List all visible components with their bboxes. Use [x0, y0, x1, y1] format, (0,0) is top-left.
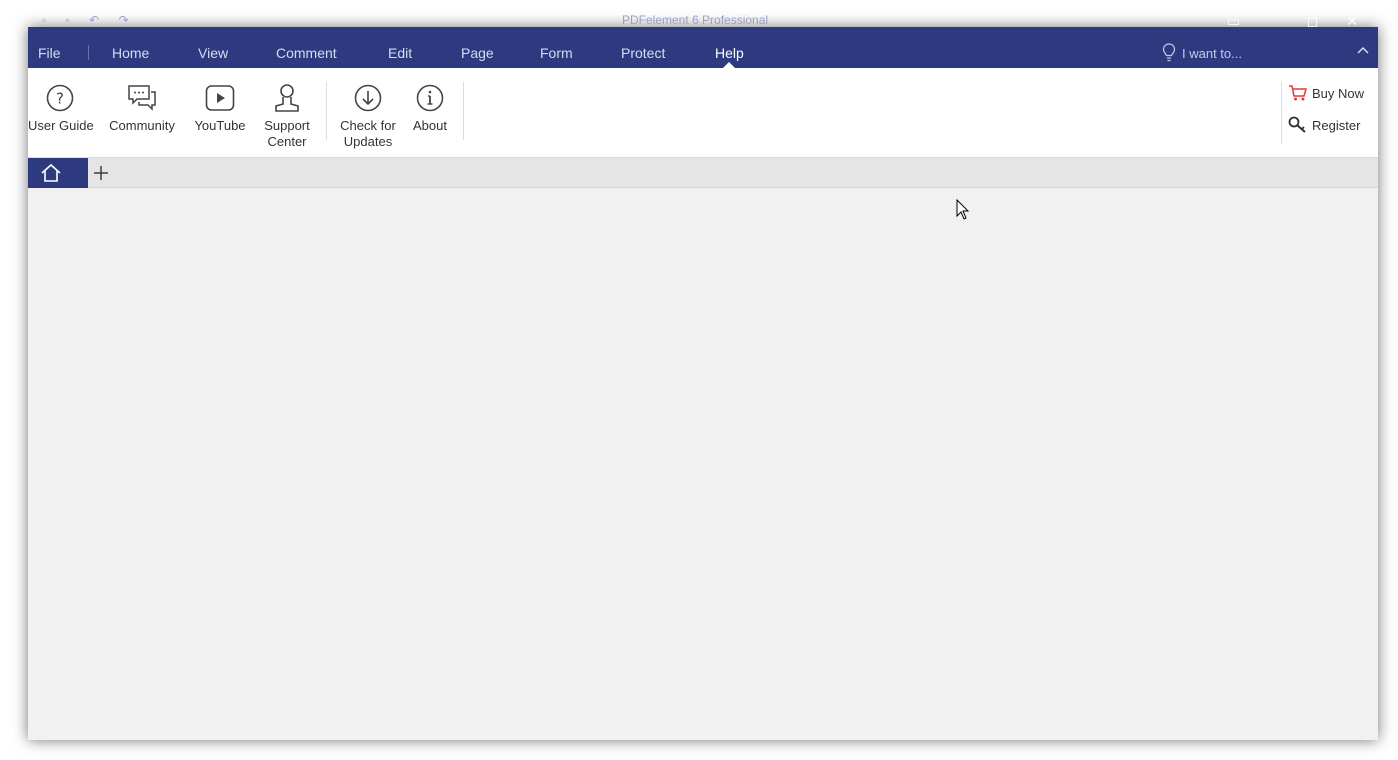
menu-home[interactable]: Home [112, 27, 149, 68]
mouse-pointer-icon [956, 199, 970, 220]
check-for-updates-button[interactable]: Check for Updates [336, 68, 400, 154]
about-label: About [413, 118, 447, 133]
window-title: PDFelement 6 Professional [622, 13, 769, 27]
download-circle-icon [354, 84, 382, 112]
menu-protect[interactable]: Protect [621, 27, 665, 68]
user-guide-button[interactable]: ? User Guide [28, 68, 94, 154]
menu-page[interactable]: Page [461, 27, 494, 68]
plus-icon[interactable] [92, 164, 110, 182]
check-for-updates-label: Check for Updates [336, 118, 400, 150]
about-button[interactable]: About [406, 68, 454, 154]
menu-separator [88, 45, 89, 60]
menu-file[interactable]: File [38, 27, 61, 68]
register-label: Register [1312, 118, 1361, 133]
i-want-to-placeholder: I want to... [1182, 46, 1242, 61]
ribbon-separator [463, 82, 464, 140]
support-center-text: Support Center [264, 118, 310, 149]
workspace-area [28, 188, 1378, 740]
quick-access-toolbar[interactable]: ▫ ▫ ↶ ↷ [42, 13, 137, 27]
support-center-label: Support Center [260, 118, 314, 150]
i-want-to-search[interactable]: I want to... [1162, 27, 1242, 68]
support-center-button[interactable]: Support Center [260, 68, 314, 154]
person-icon [275, 84, 299, 112]
community-label: Community [109, 118, 175, 133]
menu-bar: File Home View Comment Edit Page Form Pr… [28, 27, 1378, 68]
lightbulb-icon [1162, 43, 1176, 62]
youtube-button[interactable]: YouTube [190, 68, 250, 154]
help-ribbon: ? User Guide Community YouTube Support C… [28, 68, 1378, 158]
app-window: ▫ ▫ ↶ ↷ PDFelement 6 Professional ▭ ▁ ◻ … [28, 13, 1378, 740]
cart-icon [1289, 85, 1307, 101]
home-icon [41, 163, 61, 182]
purchase-panel: Buy Now Register [1281, 82, 1364, 144]
buy-now-label: Buy Now [1312, 86, 1365, 101]
user-guide-label: User Guide [28, 118, 94, 133]
menu-form[interactable]: Form [540, 27, 573, 68]
youtube-label: YouTube [194, 118, 246, 133]
svg-text:?: ? [56, 90, 64, 108]
check-for-updates-text: Check for Updates [340, 118, 396, 149]
info-circle-icon [416, 84, 444, 112]
key-icon [1288, 116, 1306, 133]
menu-comment[interactable]: Comment [276, 27, 337, 68]
play-button-icon [205, 85, 235, 111]
chat-bubbles-icon [128, 85, 156, 111]
menu-edit[interactable]: Edit [388, 27, 412, 68]
community-button[interactable]: Community [106, 68, 178, 154]
ribbon-separator [326, 82, 327, 140]
home-tab[interactable] [28, 158, 88, 188]
document-tab-strip [28, 158, 1378, 188]
chevron-up-icon[interactable] [1356, 45, 1370, 55]
question-circle-icon: ? [46, 84, 74, 112]
menu-view[interactable]: View [198, 27, 228, 68]
menu-help[interactable]: Help [715, 27, 744, 68]
